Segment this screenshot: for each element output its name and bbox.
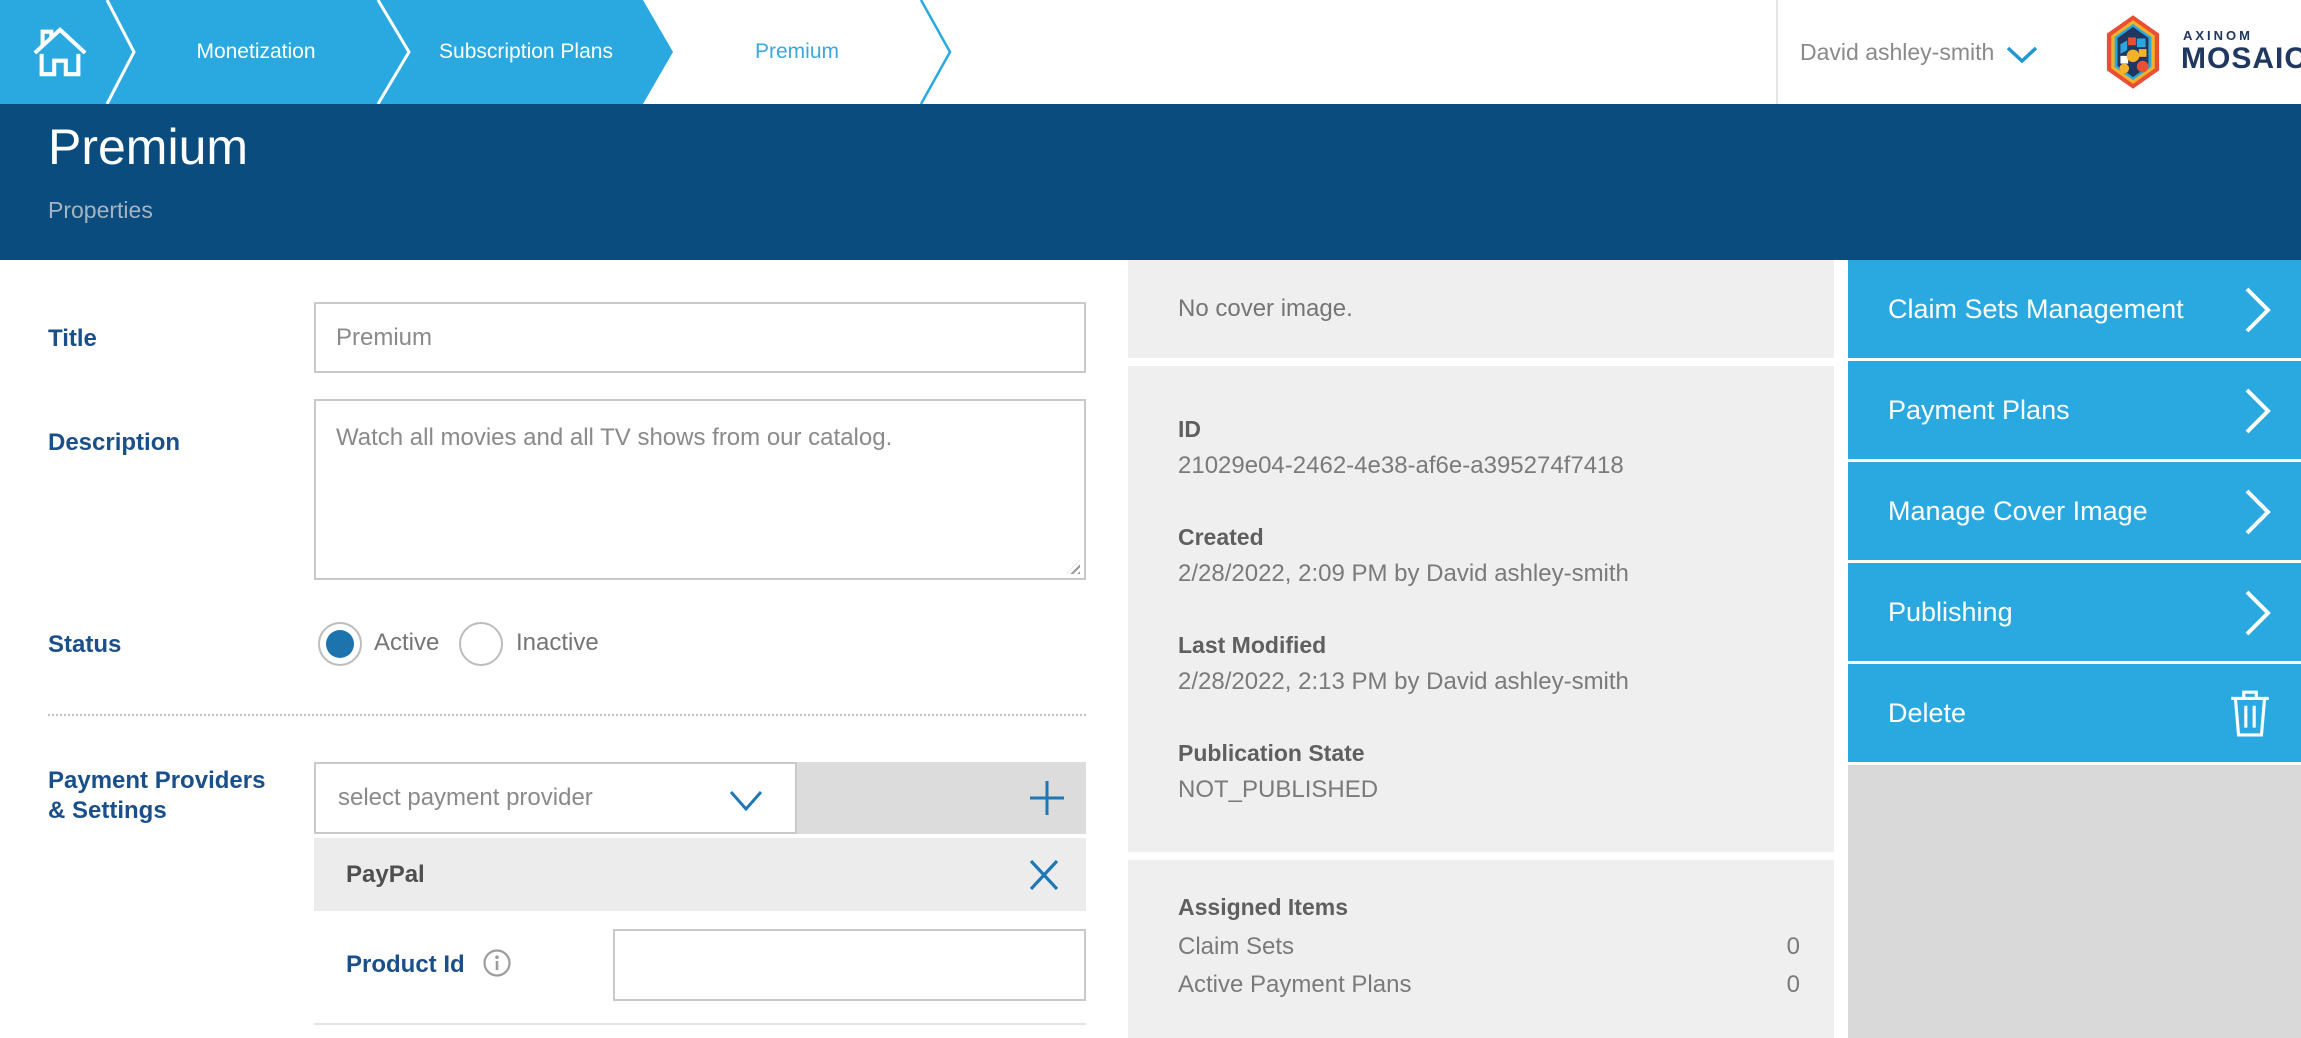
publication-state-value: NOT_PUBLISHED <box>1178 776 1378 804</box>
action-claim-sets-management[interactable]: Claim Sets Management <box>1848 260 2301 358</box>
app-window: Monetization Subscription Plans Premium … <box>0 0 2301 1038</box>
cover-image-panel: No cover image. <box>1128 260 1834 358</box>
publication-state-label: Publication State <box>1178 740 1365 767</box>
product-id-label: Product Id <box>346 950 465 980</box>
page-subtitle: Properties <box>48 197 153 224</box>
mosaic-hexagon-icon <box>2104 14 2162 90</box>
last-modified-value: 2/28/2022, 2:13 PM by David ashley-smith <box>1178 668 1629 696</box>
no-cover-image-text: No cover image. <box>1178 260 1353 358</box>
id-label: ID <box>1178 416 1201 443</box>
chevron-right-icon <box>2245 590 2271 636</box>
info-icon[interactable] <box>482 948 512 978</box>
chevron-right-icon <box>2245 287 2271 333</box>
page-title: Premium <box>48 118 248 176</box>
assigned-items-label: Assigned Items <box>1178 894 1348 921</box>
id-value: 21029e04-2462-4e38-af6e-a395274f7418 <box>1178 452 1624 480</box>
title-input[interactable] <box>314 302 1086 373</box>
created-value: 2/28/2022, 2:09 PM by David ashley-smith <box>1178 560 1629 588</box>
chevron-right-icon <box>2245 388 2271 434</box>
product-id-input[interactable] <box>613 929 1086 1001</box>
action-delete[interactable]: Delete <box>1848 664 2301 762</box>
payment-providers-label-line2: & Settings <box>48 796 265 826</box>
action-payment-plans[interactable]: Payment Plans <box>1848 361 2301 459</box>
status-radio-active[interactable] <box>318 622 362 666</box>
top-bar: Monetization Subscription Plans Premium … <box>0 0 2301 104</box>
provider-row-paypal: PayPal <box>314 838 1086 911</box>
add-provider-button[interactable] <box>1028 779 1066 817</box>
assigned-item-claim-sets: Claim Sets <box>1178 933 1294 961</box>
chevron-right-icon <box>2245 489 2271 535</box>
action-label: Publishing <box>1888 563 2013 661</box>
title-label: Title <box>48 324 97 354</box>
logo-brand-text: AXINOM <box>2183 28 2253 43</box>
breadcrumb-item-subscription-plans[interactable]: Subscription Plans <box>409 0 643 104</box>
payment-providers-label-line1: Payment Providers <box>48 766 265 796</box>
user-menu[interactable]: David ashley-smith <box>1790 0 2060 104</box>
sidebar-empty-area <box>1848 765 2301 1038</box>
status-radio-active-label[interactable]: Active <box>374 627 439 659</box>
chevron-down-icon <box>2006 46 2038 64</box>
payment-provider-select-placeholder: select payment provider <box>338 764 593 832</box>
created-label: Created <box>1178 524 1264 551</box>
description-textarea[interactable]: Watch all movies and all TV shows from o… <box>314 399 1086 580</box>
brand-logo: AXINOM MOSAIC <box>2104 14 2290 92</box>
trash-icon <box>2227 688 2273 738</box>
action-publishing[interactable]: Publishing <box>1848 563 2301 661</box>
assigned-item-active-payment-plans: Active Payment Plans <box>1178 971 1411 999</box>
payment-providers-label: Payment Providers & Settings <box>48 766 265 826</box>
remove-provider-button[interactable] <box>1028 858 1060 892</box>
select-chevron-down-icon <box>729 790 763 812</box>
home-icon <box>30 22 90 80</box>
form-bottom-divider <box>314 1023 1086 1025</box>
assigned-item-active-payment-plans-count: 0 <box>1700 971 1800 999</box>
action-label: Delete <box>1888 664 1966 762</box>
page-header: Premium Properties <box>0 104 2301 260</box>
breadcrumb-item-premium-current: Premium <box>673 0 921 104</box>
user-name: David ashley-smith <box>1800 0 1994 104</box>
topbar-divider <box>1776 0 1778 104</box>
status-label: Status <box>48 630 121 660</box>
breadcrumb-item-monetization[interactable]: Monetization <box>134 0 378 104</box>
payment-provider-select[interactable]: select payment provider <box>314 762 797 834</box>
assigned-item-claim-sets-count: 0 <box>1700 933 1800 961</box>
description-label: Description <box>48 428 180 458</box>
section-divider <box>48 714 1086 716</box>
breadcrumb-home-button[interactable] <box>30 22 94 82</box>
action-manage-cover-image[interactable]: Manage Cover Image <box>1848 462 2301 560</box>
provider-name: PayPal <box>346 838 425 911</box>
status-radio-inactive-label[interactable]: Inactive <box>516 627 599 659</box>
action-label: Payment Plans <box>1888 361 2070 459</box>
action-label: Manage Cover Image <box>1888 462 2148 560</box>
logo-name-text: MOSAIC <box>2181 42 2301 76</box>
last-modified-label: Last Modified <box>1178 632 1326 659</box>
status-radio-inactive[interactable] <box>459 622 503 666</box>
action-label: Claim Sets Management <box>1888 260 2184 358</box>
